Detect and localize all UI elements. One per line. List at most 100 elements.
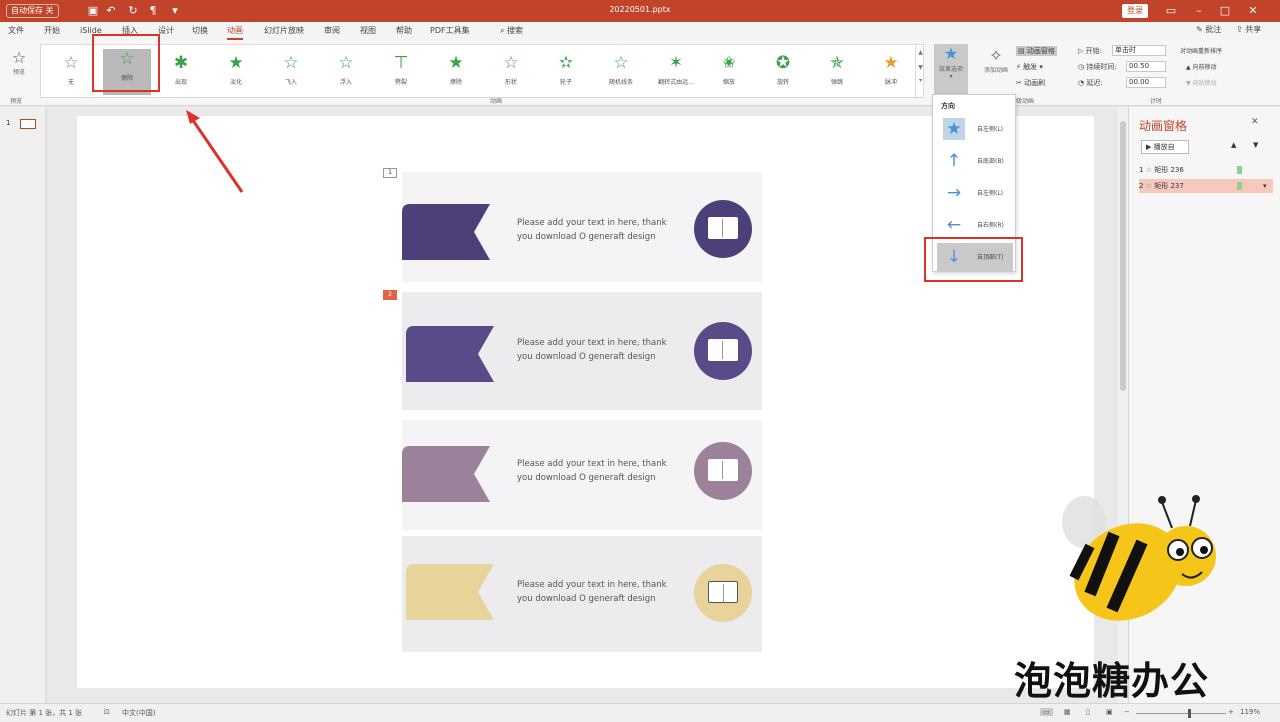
pane-close-icon[interactable]: ✕ [1251, 117, 1259, 127]
chevron-down-icon: ▾ [949, 73, 953, 80]
slideshow-icon[interactable]: ▣ [1106, 708, 1113, 716]
menu-pdf-tools[interactable]: PDF工具集 [430, 24, 470, 38]
menu-file[interactable]: 文件 [8, 24, 24, 38]
direction-option-2[interactable]: ↑ 自底部(B) [937, 147, 1013, 175]
anim-zoom[interactable]: ✬ 缩放 [707, 53, 751, 99]
anim-none[interactable]: ☆ 无 [49, 53, 93, 99]
title-bar: 自动保存 关 ▣ ↶ ↻ ¶ ▾ 20220501.pptx 登录 ▭ – □ … [0, 0, 1280, 22]
anim-split[interactable]: ⊤ 劈裂 [379, 53, 423, 99]
start-select[interactable]: 单击时 [1112, 45, 1166, 56]
direction-option-3[interactable]: → 自左侧(L) [937, 179, 1013, 207]
animation-group-label: 动画 [490, 98, 503, 105]
animations-ribbon: ☆ 预览 预览 ☆ 无 ☆ 擦除 ✱ 出现 ★ 淡化 ☆ 飞入 ☆ 浮入 ⊤ 劈裂 ★ 擦除 ☆… [0, 34, 1280, 106]
menu-home[interactable]: 开始 [44, 24, 60, 38]
anim-swivel[interactable]: ✪ 旋转 [761, 53, 805, 99]
arrow-up-icon: ↑ [946, 151, 962, 171]
list-item[interactable]: Please add your text in here, thank you … [402, 536, 762, 652]
timing-group-label: 计时 [1150, 98, 1163, 105]
accessibility-icon[interactable]: ⊡ [104, 708, 110, 716]
scrollbar-thumb[interactable] [1120, 121, 1126, 391]
share-button[interactable]: ⇪ 共享 [1236, 24, 1261, 35]
undo-icon[interactable]: ↶ [104, 3, 118, 19]
book-icon [708, 581, 738, 603]
book-icon [708, 339, 738, 361]
add-animation-button[interactable]: ✧ 添加动画 [978, 46, 1014, 74]
comments-button[interactable]: ✎ 批注 [1196, 24, 1221, 35]
anim-wipe[interactable]: ★ 擦除 [434, 53, 478, 99]
list-item[interactable]: Please add your text in here, thank you … [402, 172, 762, 282]
anim-wheel[interactable]: ✫ 轮子 [544, 53, 588, 99]
anim-random-bars[interactable]: ☆ 随机线条 [599, 53, 643, 99]
format-painter-icon[interactable]: ¶ [146, 3, 160, 19]
move-later-button[interactable]: ▼ 向后移动 [1186, 78, 1217, 87]
zoom-slider-thumb[interactable] [1188, 709, 1191, 718]
play-from-button[interactable]: ▶ 播放自 [1141, 140, 1189, 154]
anim-appear[interactable]: ✱ 出现 [159, 53, 203, 99]
maximize-icon[interactable]: □ [1216, 2, 1234, 20]
gallery-scroll[interactable]: ▲ ▼ ▾ [915, 45, 925, 99]
login-button[interactable]: 登录 [1122, 4, 1148, 18]
search-box[interactable]: ⌕ 搜索 [500, 24, 523, 38]
anim-pulse[interactable]: ★ 脉冲 [869, 53, 913, 99]
minimize-icon[interactable]: – [1190, 2, 1208, 20]
list-item[interactable]: Please add your text in here, thank you … [402, 292, 762, 410]
effect-options-icon: ★ [943, 44, 959, 63]
list-item[interactable]: Please add your text in here, thank you … [402, 420, 762, 530]
reading-view-icon[interactable]: ▯ [1086, 708, 1090, 716]
anim-star-icon: ✶ [668, 53, 684, 73]
redo-icon[interactable]: ↻ [126, 3, 140, 19]
effect-options-button[interactable]: ★ 效果选项 ▾ [934, 44, 968, 94]
move-up-icon[interactable]: ▲ [1231, 141, 1236, 149]
chevron-down-icon[interactable]: ▾ [1263, 179, 1267, 193]
autosave-toggle[interactable]: 自动保存 关 [6, 4, 59, 18]
anim-shape[interactable]: ☆ 形状 [489, 53, 533, 99]
anim-star-icon: ✪ [775, 53, 791, 73]
trigger-button[interactable]: ⚡ 触发 ▾ [1016, 62, 1043, 72]
animation-item-selected[interactable]: 2 ☆ 矩形 237 ▾ [1139, 179, 1273, 193]
zoom-slider[interactable] [1136, 713, 1226, 714]
delay-input[interactable]: 00.00 [1126, 77, 1166, 88]
normal-view-icon[interactable]: ▭ [1040, 708, 1053, 716]
menu-review[interactable]: 审阅 [324, 24, 340, 38]
animation-tag-1[interactable]: 1 [383, 168, 397, 178]
language-indicator[interactable]: 中文(中国) [122, 708, 155, 718]
preview-group-label: 预览 [10, 98, 23, 105]
menu-view[interactable]: 视图 [360, 24, 376, 38]
customize-quick-access-icon[interactable]: ▾ [168, 3, 182, 19]
direction-option-1[interactable]: ★ 自左侧(L) [937, 115, 1013, 143]
menu-help[interactable]: 帮助 [396, 24, 412, 38]
zoom-out-icon[interactable]: − [1124, 708, 1130, 716]
item-text-line2: you download O generaft design [517, 473, 656, 483]
ribbon-banner-shape [402, 446, 490, 502]
move-earlier-button[interactable]: ▲ 向前移动 [1186, 62, 1217, 71]
duration-input[interactable]: 00.50 [1126, 61, 1166, 72]
animation-painter-button[interactable]: ✂ 动画刷 [1016, 78, 1045, 88]
slide-thumbnail[interactable] [20, 119, 36, 129]
save-icon[interactable]: ▣ [86, 3, 100, 19]
direction-option-4[interactable]: ← 自右侧(R) [937, 211, 1013, 239]
animation-pane-button[interactable]: ▤ 动画窗格 [1016, 46, 1057, 56]
close-icon[interactable]: ✕ [1244, 2, 1262, 20]
menu-animations[interactable]: 动画 [227, 24, 243, 40]
delay-label: ◔ 延迟: [1078, 79, 1103, 87]
animation-item[interactable]: 1 ☆ 矩形 236 [1139, 163, 1273, 177]
anim-fly-in[interactable]: ☆ 飞入 [269, 53, 313, 99]
book-circle [694, 322, 752, 380]
preview-button[interactable]: ☆ 预览 [4, 48, 34, 76]
slide-sorter-icon[interactable]: ▦ [1064, 708, 1071, 716]
anim-grow-turn[interactable]: ✶ 翻转式由远... [652, 53, 700, 99]
red-arrow-annotation [186, 110, 244, 193]
menu-transitions[interactable]: 切换 [192, 24, 208, 38]
timeline-bar [1237, 182, 1242, 190]
preview-star-icon: ☆ [11, 48, 27, 67]
zoom-level[interactable]: 119% [1240, 708, 1260, 716]
menu-design[interactable]: 设计 [158, 24, 174, 38]
anim-fade[interactable]: ★ 淡化 [214, 53, 258, 99]
anim-bounce[interactable]: ✯ 弹跳 [815, 53, 859, 99]
zoom-in-icon[interactable]: + [1228, 708, 1234, 716]
animation-tag-2[interactable]: 2 [383, 290, 397, 300]
ribbon-display-icon[interactable]: ▭ [1162, 2, 1180, 20]
menu-slideshow[interactable]: 幻灯片放映 [264, 24, 304, 38]
move-down-icon[interactable]: ▼ [1253, 141, 1258, 149]
anim-float-in[interactable]: ☆ 浮入 [324, 53, 368, 99]
